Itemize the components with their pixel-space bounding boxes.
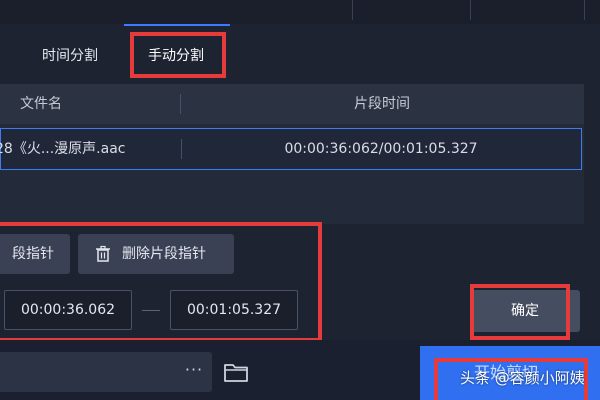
tab-manual-split[interactable]: 手动分割	[124, 36, 228, 76]
end-time-field[interactable]: 00:01:05.327	[170, 290, 298, 330]
trash-icon	[96, 245, 110, 262]
delete-segment-pointer-button[interactable]: 删除片段指针	[78, 234, 234, 274]
segment-table: 文件名 片段时间 28《火...漫原声.aac 00:00:36:062/00:…	[0, 84, 584, 224]
table-row[interactable]: 28《火...漫原声.aac 00:00:36:062/00:01:05.327	[0, 128, 582, 170]
add-segment-pointer-button[interactable]: 段指针	[0, 234, 70, 274]
browse-more-button[interactable]: ···	[176, 352, 212, 392]
watermark: 头条 @容颜小阿姨	[460, 369, 585, 387]
top-bar-divider	[584, 0, 585, 20]
column-header-segment-time: 片段时间	[354, 96, 410, 112]
time-range-separator	[142, 310, 160, 311]
tab-time-split[interactable]: 时间分割	[20, 36, 120, 76]
cell-file-name: 28《火...漫原声.aac	[0, 141, 126, 157]
column-header-file-name: 文件名	[20, 96, 62, 112]
confirm-button[interactable]: 确定	[470, 290, 580, 332]
start-time-field[interactable]: 00:00:36.062	[4, 290, 132, 330]
active-tab-indicator	[124, 24, 230, 26]
folder-icon[interactable]	[222, 358, 250, 386]
cell-segment-time: 00:00:36:062/00:01:05.327	[284, 141, 478, 157]
delete-segment-pointer-label: 删除片段指针	[122, 246, 206, 262]
manual-split-panel: 时间分割 手动分割 文件名 片段时间 28《火...漫原声.aac 00:00:…	[0, 0, 600, 400]
top-bar	[0, 0, 600, 24]
table-header: 文件名 片段时间	[0, 84, 584, 124]
top-bar-divider	[470, 0, 471, 20]
top-bar-divider	[352, 0, 353, 20]
